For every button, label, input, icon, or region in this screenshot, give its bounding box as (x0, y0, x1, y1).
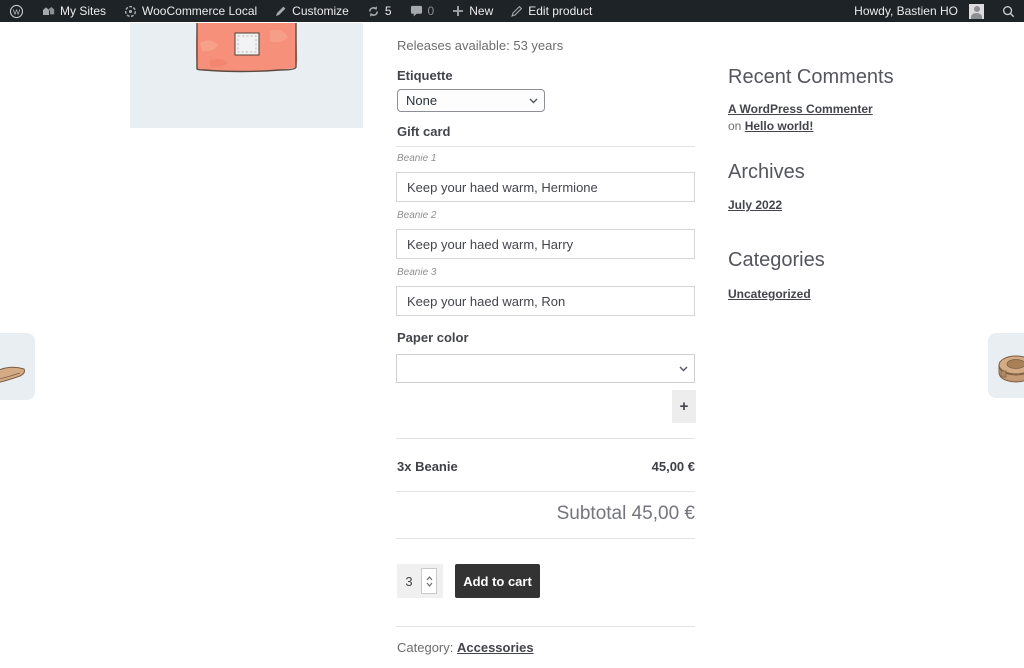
my-sites-menu[interactable]: My Sites (33, 0, 115, 22)
divider (396, 491, 695, 492)
updates-count: 5 (385, 4, 392, 18)
chevron-up-icon (426, 576, 433, 581)
avatar (969, 4, 984, 19)
line-item-name: 3x Beanie (397, 459, 458, 474)
my-sites-label: My Sites (60, 4, 106, 18)
beanie-illustration (130, 23, 363, 128)
category-label: Category: (397, 640, 453, 655)
subtotal-text: Subtotal 45,00 € (557, 503, 695, 525)
comments-menu[interactable]: 0 (401, 0, 444, 22)
gift-field-label: Beanie 1 (397, 153, 436, 164)
gift-field-input-2[interactable] (396, 229, 695, 259)
wordpress-logo-icon[interactable]: W (0, 0, 33, 22)
releases-available-text: Releases available: 53 years (397, 38, 563, 53)
gift-field-input-1[interactable] (396, 172, 695, 202)
gift-field-label: Beanie 3 (397, 267, 436, 278)
quantity-input[interactable] (397, 574, 421, 589)
plus-icon (452, 5, 464, 17)
gift-field-input-3[interactable] (396, 286, 695, 316)
etiquette-label: Etiquette (397, 68, 453, 83)
divider (396, 438, 695, 439)
quantity-field (397, 564, 443, 598)
add-gift-field-button[interactable]: + (672, 390, 696, 423)
archive-link[interactable]: July 2022 (728, 198, 782, 212)
howdy-label: Howdy, Bastien HO (854, 4, 958, 18)
divider (396, 146, 695, 147)
comment-author-link[interactable]: A WordPress Commenter (728, 102, 873, 116)
archives-title: Archives (728, 161, 805, 184)
divider (396, 538, 695, 539)
gift-card-label: Gift card (397, 124, 450, 139)
chevron-down-icon (426, 582, 433, 587)
search-toggle[interactable] (993, 0, 1024, 22)
category-meta: Category: Accessories (397, 640, 534, 655)
new-content-menu[interactable]: New (443, 0, 502, 22)
paper-color-label: Paper color (397, 330, 469, 345)
paper-color-select[interactable] (396, 354, 695, 383)
updates-icon (367, 5, 380, 18)
comment-on-text: on (728, 119, 741, 133)
quantity-stepper[interactable] (421, 568, 437, 594)
product-gallery-image[interactable] (130, 23, 363, 128)
recent-comments-title: Recent Comments (728, 66, 894, 89)
pencil-icon (275, 5, 287, 17)
svg-text:W: W (13, 7, 21, 16)
customize-menu[interactable]: Customize (266, 0, 358, 22)
cart-line-item: 3x Beanie 45,00 € (397, 459, 695, 474)
comments-count: 0 (428, 4, 435, 18)
woocommerce-local-menu[interactable]: WooCommerce Local (115, 0, 266, 22)
network-icon (124, 5, 137, 18)
belt-illustration (0, 333, 35, 400)
new-label: New (469, 4, 493, 18)
category-link[interactable]: Accessories (457, 640, 534, 655)
my-account-menu[interactable]: Howdy, Bastien HO (845, 0, 993, 22)
comment-bubble-icon (410, 5, 423, 17)
wp-admin-bar: W My Sites WooCommerce Local Customize 5… (0, 0, 1024, 22)
line-item-price: 45,00 € (652, 459, 695, 474)
comment-post-link[interactable]: Hello world! (745, 119, 814, 133)
add-to-cart-button[interactable]: Add to cart (455, 564, 540, 598)
woocommerce-local-label: WooCommerce Local (142, 4, 257, 18)
search-icon (1002, 5, 1015, 18)
my-sites-icon (42, 5, 55, 17)
prev-product-thumbnail[interactable] (0, 333, 35, 400)
edit-product-menu[interactable]: Edit product (502, 0, 601, 22)
divider (396, 626, 695, 627)
recent-comment-item: A WordPress Commenter on Hello world! (728, 101, 878, 136)
product-summary: Releases available: 53 years Etiquette N… (396, 0, 695, 668)
edit-product-label: Edit product (528, 4, 592, 18)
etiquette-select[interactable]: None (397, 89, 545, 112)
gift-field-label: Beanie 2 (397, 210, 436, 221)
belt-illustration (988, 333, 1024, 398)
categories-title: Categories (728, 249, 825, 272)
customize-label: Customize (292, 4, 349, 18)
updates-menu[interactable]: 5 (358, 0, 401, 22)
edit-pencil-icon (511, 5, 523, 17)
category-uncategorized-link[interactable]: Uncategorized (728, 287, 811, 301)
next-product-thumbnail[interactable] (988, 333, 1024, 398)
